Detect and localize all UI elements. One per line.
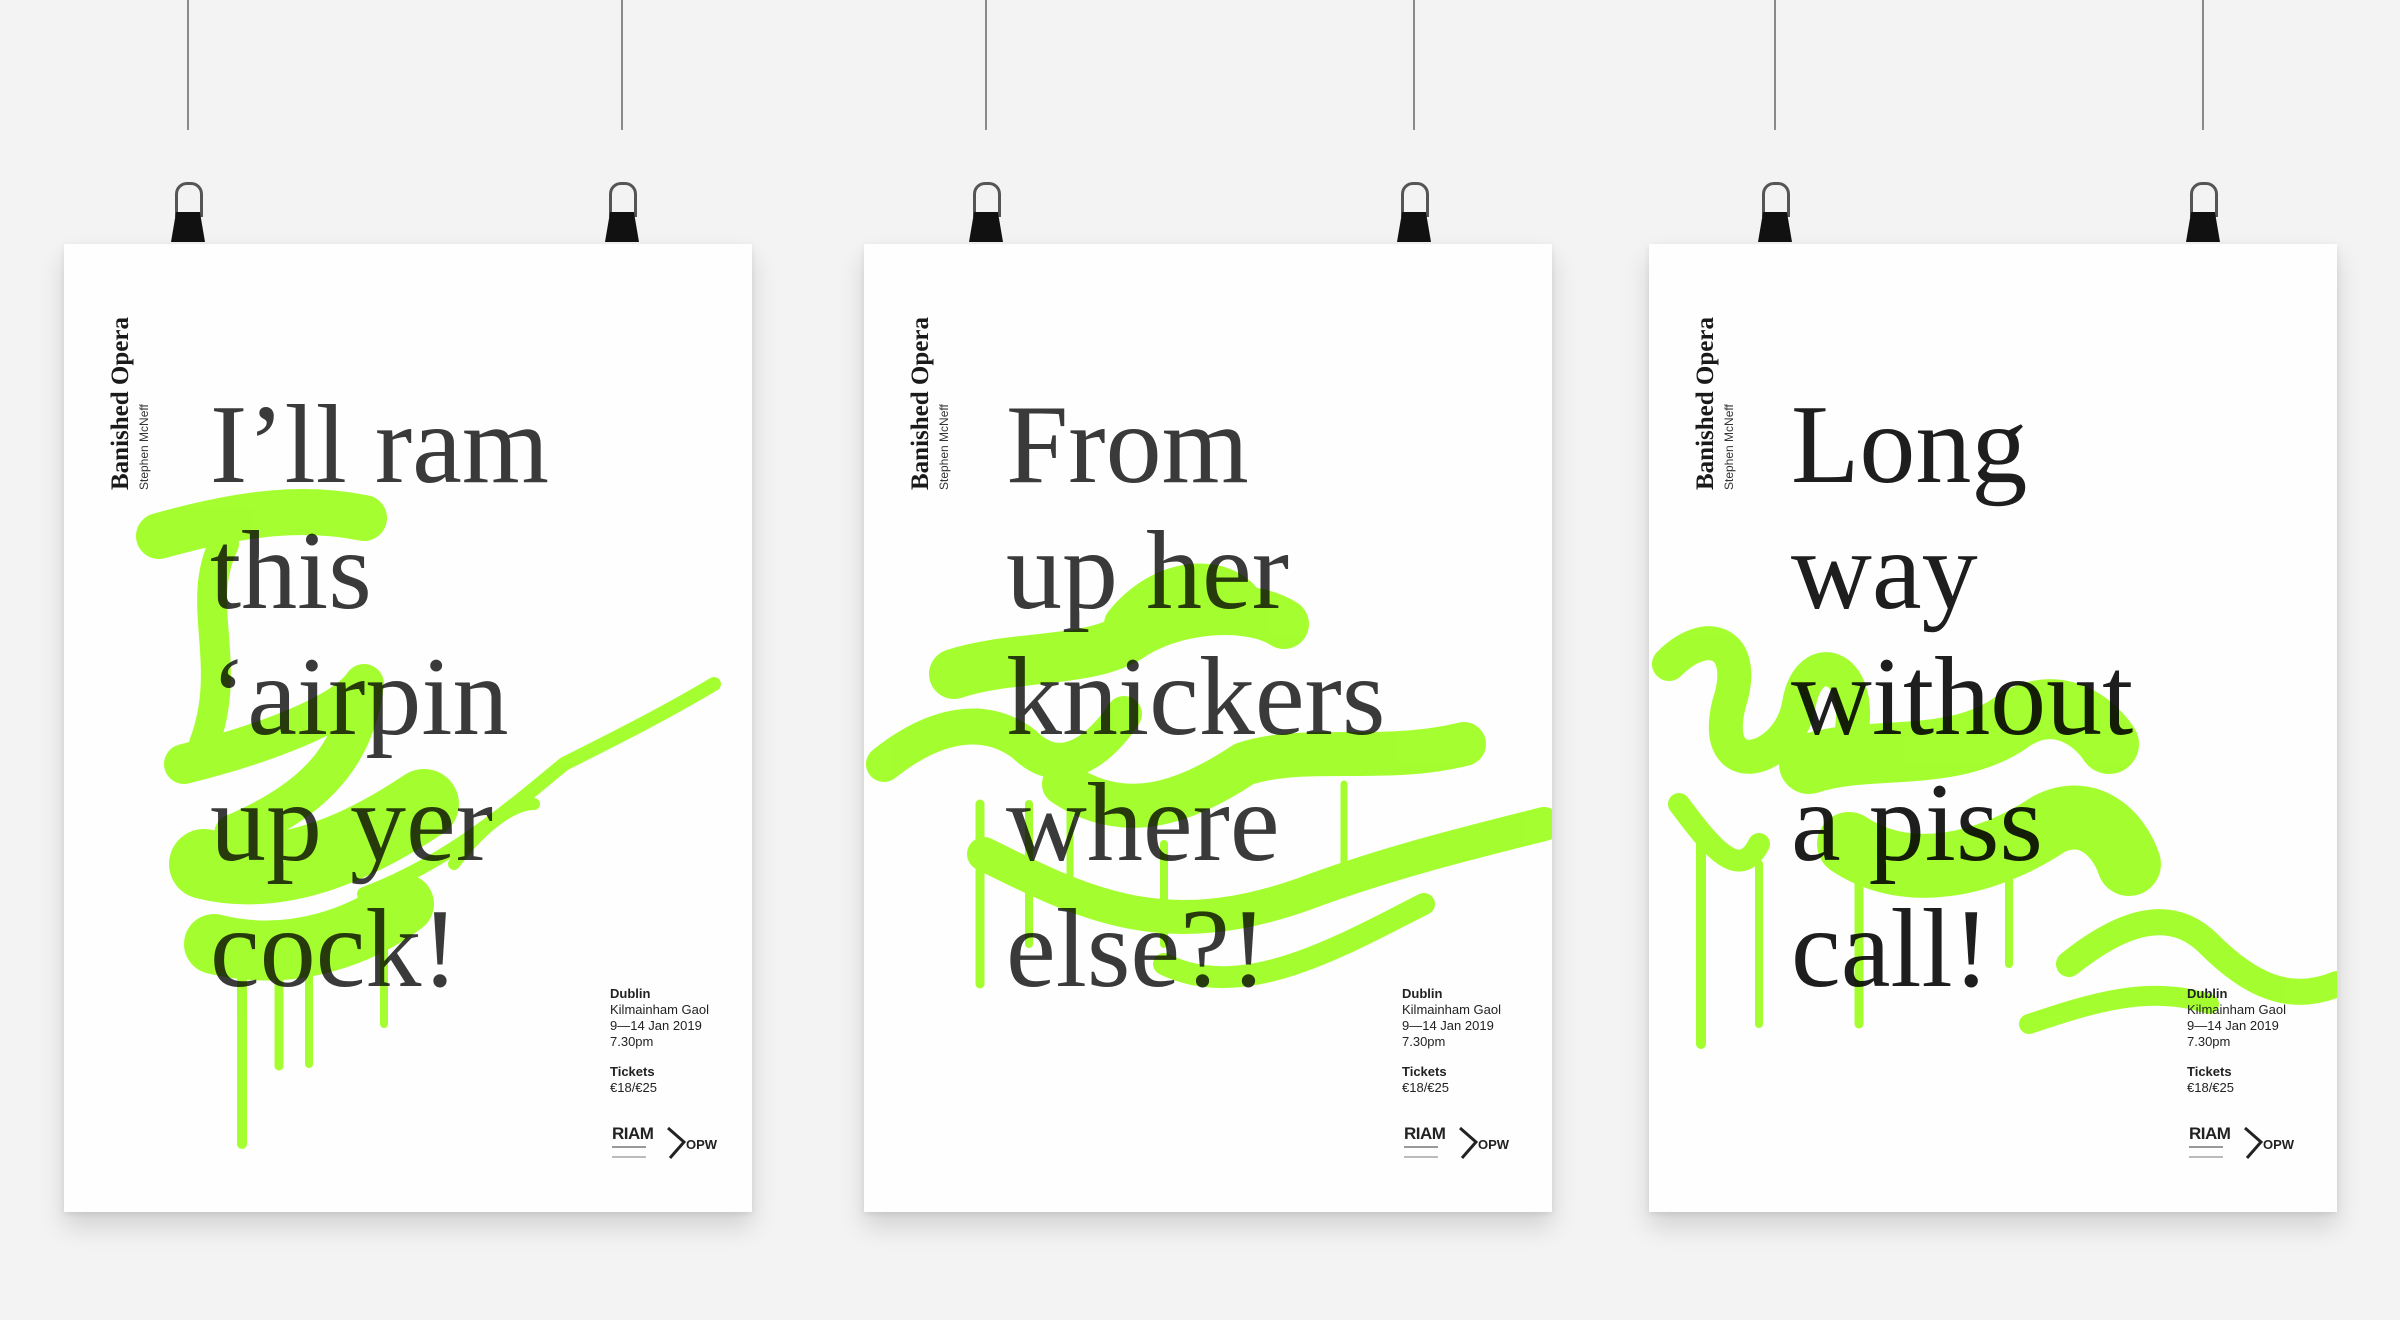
side-subtitle: Stephen McNeff <box>137 404 151 490</box>
city: Dublin <box>2187 986 2228 1001</box>
headline: Long way without a piss call! <box>1791 382 2133 1012</box>
opw-logo: OPW <box>2244 1126 2295 1159</box>
svg-text:OPW: OPW <box>686 1137 718 1152</box>
riam-logo: RIAM <box>612 1124 654 1143</box>
headline-line: this <box>210 509 372 633</box>
headline-line: I’ll ram <box>210 383 549 507</box>
side-title: Banished Opera <box>1692 317 1719 490</box>
headline-line: up her <box>1006 509 1290 633</box>
poster-2: Banished Opera Stephen McNeff From up he… <box>864 244 1552 1212</box>
poster-3: Banished Opera Stephen McNeff Long way w… <box>1649 244 2337 1212</box>
headline-line: up yer <box>210 761 494 885</box>
headline-line: way <box>1791 509 1978 633</box>
headline-line: where <box>1006 761 1280 885</box>
sponsor-logos: RIAM OPW <box>2189 1124 2309 1168</box>
poster-1: Banished Opera Stephen McNeff I’ll ram t… <box>64 244 752 1212</box>
sponsor-logos: RIAM OPW <box>1404 1124 1524 1168</box>
hanging-wire <box>621 0 623 130</box>
hanging-wire <box>2202 0 2204 130</box>
headline: I’ll ram this ‘airpin up yer cock! <box>210 382 549 1012</box>
headline-line: ‘airpin <box>210 635 509 759</box>
riam-logo: RIAM <box>2189 1124 2231 1143</box>
time: 7.30pm <box>2187 1034 2231 1049</box>
dates: 9—14 Jan 2019 <box>2187 1018 2279 1033</box>
headline-line: knickers <box>1006 635 1386 759</box>
hanging-wire <box>187 0 189 130</box>
headline-line: From <box>1006 383 1249 507</box>
side-subtitle: Stephen McNeff <box>937 404 951 490</box>
event-info: Dublin Kilmainham Gaol 9—14 Jan 2019 7.3… <box>610 986 742 1096</box>
side-credit: Banished Opera Stephen McNeff <box>107 317 152 490</box>
ticket-prices: €18/€25 <box>2187 1080 2234 1095</box>
sponsor-logos: RIAM OPW <box>612 1124 732 1168</box>
time: 7.30pm <box>1402 1034 1446 1049</box>
tickets-label: Tickets <box>2187 1064 2232 1079</box>
dates: 9—14 Jan 2019 <box>610 1018 702 1033</box>
opw-logo: OPW <box>667 1126 718 1159</box>
hanging-wire <box>1774 0 1776 130</box>
riam-logo: RIAM <box>1404 1124 1446 1143</box>
svg-text:OPW: OPW <box>1478 1137 1510 1152</box>
ticket-prices: €18/€25 <box>610 1080 657 1095</box>
headline-line: cock! <box>210 887 459 1011</box>
side-credit: Banished Opera Stephen McNeff <box>907 317 952 490</box>
headline-line: call! <box>1791 887 1990 1011</box>
headline-line: a piss <box>1791 761 2043 885</box>
opw-logo: OPW <box>1459 1126 1510 1159</box>
hanging-wire <box>1413 0 1415 130</box>
city: Dublin <box>610 986 651 1001</box>
ticket-prices: €18/€25 <box>1402 1080 1449 1095</box>
event-info: Dublin Kilmainham Gaol 9—14 Jan 2019 7.3… <box>1402 986 1534 1096</box>
venue: Kilmainham Gaol <box>610 1002 709 1017</box>
side-credit: Banished Opera Stephen McNeff <box>1692 317 1737 490</box>
tickets-label: Tickets <box>1402 1064 1447 1079</box>
event-info: Dublin Kilmainham Gaol 9—14 Jan 2019 7.3… <box>2187 986 2319 1096</box>
headline-line: without <box>1791 635 2134 759</box>
side-subtitle: Stephen McNeff <box>1722 404 1736 490</box>
city: Dublin <box>1402 986 1443 1001</box>
venue: Kilmainham Gaol <box>1402 1002 1501 1017</box>
side-title: Banished Opera <box>107 317 134 490</box>
tickets-label: Tickets <box>610 1064 655 1079</box>
dates: 9—14 Jan 2019 <box>1402 1018 1494 1033</box>
time: 7.30pm <box>610 1034 654 1049</box>
venue: Kilmainham Gaol <box>2187 1002 2286 1017</box>
svg-text:OPW: OPW <box>2263 1137 2295 1152</box>
headline: From up her knickers where else?! <box>1006 382 1385 1012</box>
hanging-wire <box>985 0 987 130</box>
headline-line: else?! <box>1006 887 1268 1011</box>
side-title: Banished Opera <box>907 317 934 490</box>
headline-line: Long <box>1791 383 2028 507</box>
